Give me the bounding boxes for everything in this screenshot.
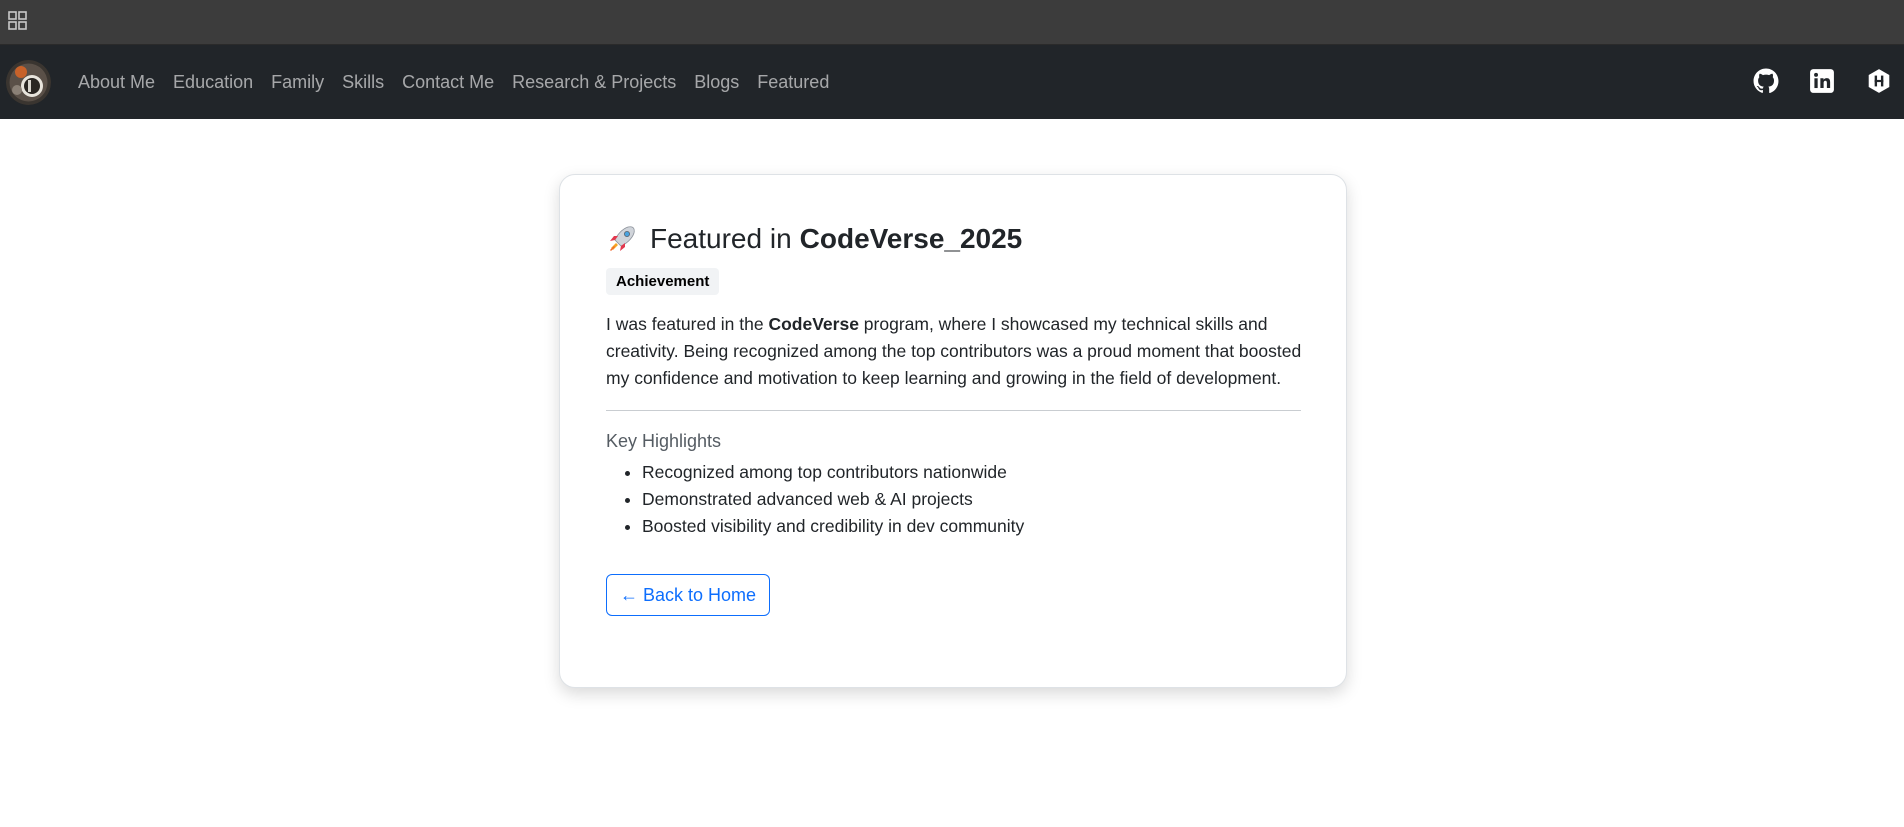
nav-link-featured[interactable]: Featured [757,45,829,119]
card-title-prefix: Featured in [650,223,792,254]
apps-grid-icon[interactable] [8,11,28,31]
description-text-start: I was featured in the [606,314,769,334]
nav-link-education[interactable]: Education [173,45,253,119]
back-to-home-button[interactable]: ← Back to Home [606,574,771,616]
nav-link-about-me[interactable]: About Me [78,45,155,119]
hashnode-icon[interactable] [1866,68,1892,94]
highlight-item: Recognized among top contributors nation… [642,459,1301,486]
navbar: About Me Education Family Skills Contact… [0,45,1904,119]
card-description: I was featured in the CodeVerse program,… [606,311,1306,392]
card-title-event: CodeVerse_2025 [799,223,1023,254]
divider [606,410,1301,411]
featured-card: Featured in CodeVerse_2025 Achievement I… [559,174,1347,688]
highlights-title: Key Highlights [606,431,722,451]
nav-link-research-projects[interactable]: Research & Projects [512,45,676,119]
nav-link-contact-me[interactable]: Contact Me [402,45,494,119]
achievement-badge: Achievement [606,268,720,295]
nav-link-family[interactable]: Family [271,45,324,119]
profile-avatar[interactable] [6,60,51,105]
card-title: Featured in CodeVerse_2025 [606,219,1301,259]
highlight-item: Boosted visibility and credibility in de… [642,513,1301,540]
nav-links: About Me Education Family Skills Contact… [78,45,847,119]
linkedin-icon[interactable] [1809,68,1835,94]
rocket-icon [610,226,635,251]
nav-link-skills[interactable]: Skills [342,45,384,119]
nav-link-blogs[interactable]: Blogs [694,45,739,119]
highlights-list: Recognized among top contributors nation… [606,459,1301,540]
github-icon[interactable] [1753,68,1779,94]
avatar-image [6,60,51,105]
highlight-item: Demonstrated advanced web & AI projects [642,486,1301,513]
description-program-name: CodeVerse [768,314,859,334]
browser-top-bar [0,0,1904,45]
